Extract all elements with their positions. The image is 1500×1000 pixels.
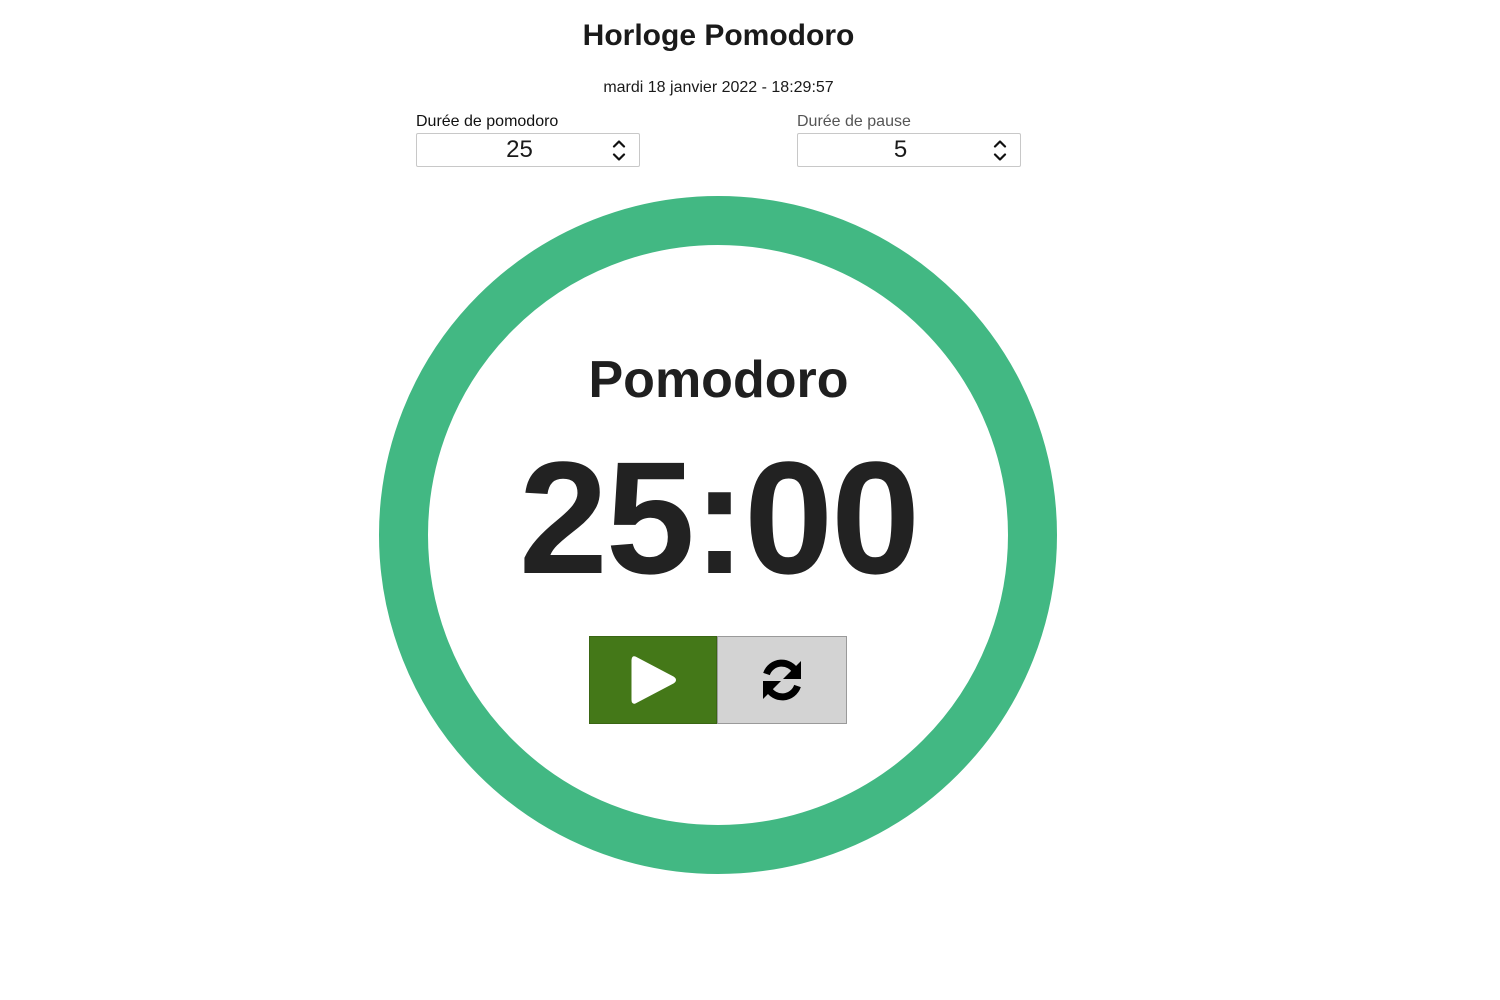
pomodoro-duration-input[interactable]: 25 xyxy=(416,133,640,167)
reset-button[interactable] xyxy=(717,636,847,724)
increment-button[interactable] xyxy=(990,137,1010,149)
chevron-down-icon xyxy=(612,152,626,161)
page-title: Horloge Pomodoro xyxy=(582,19,855,52)
pause-duration-label: Durée de pause xyxy=(797,113,911,130)
increment-button[interactable] xyxy=(609,137,629,149)
chevron-up-icon xyxy=(612,139,626,148)
current-datetime: mardi 18 janvier 2022 - 18:29:57 xyxy=(603,79,834,96)
pomodoro-duration-spinner[interactable] xyxy=(609,137,629,163)
pause-duration-field: Durée de pause 5 xyxy=(797,112,1021,167)
decrement-button[interactable] xyxy=(990,151,1010,163)
pomodoro-duration-value[interactable]: 25 xyxy=(417,134,622,166)
countdown-display: 25:00 xyxy=(518,428,920,607)
pomodoro-duration-label: Durée de pomodoro xyxy=(416,113,559,130)
pause-duration-spinner[interactable] xyxy=(990,137,1010,163)
timer-mode-label: Pomodoro xyxy=(588,351,849,409)
chevron-up-icon xyxy=(993,139,1007,148)
play-button[interactable] xyxy=(589,636,717,724)
timer-controls xyxy=(589,636,847,724)
pomodoro-app: Horloge Pomodoro mardi 18 janvier 2022 -… xyxy=(0,0,1500,1000)
play-icon xyxy=(631,656,676,704)
pause-duration-value[interactable]: 5 xyxy=(798,134,1003,166)
pomodoro-duration-field: Durée de pomodoro 25 xyxy=(416,112,640,167)
chevron-down-icon xyxy=(993,152,1007,161)
pause-duration-input[interactable]: 5 xyxy=(797,133,1021,167)
decrement-button[interactable] xyxy=(609,151,629,163)
refresh-icon xyxy=(763,659,801,701)
